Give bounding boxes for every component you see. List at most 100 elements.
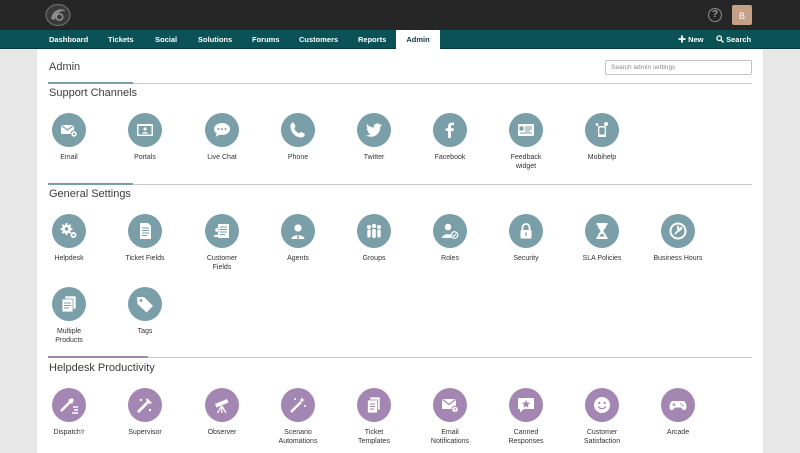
admin-tile-ticket-fields[interactable]: Ticket Fields <box>110 214 180 263</box>
admin-tile-business-hours[interactable]: Business Hours <box>643 214 713 263</box>
admin-search-input[interactable] <box>605 60 752 75</box>
tile-label: Groups <box>362 255 386 262</box>
ticket-fields-icon <box>128 214 162 248</box>
search-icon <box>716 35 724 43</box>
page-title: Admin <box>49 61 81 73</box>
lock-icon <box>509 214 543 248</box>
admin-tile-mobihelp[interactable]: Mobihelp <box>567 113 637 162</box>
tile-label: Mobihelp <box>587 154 617 161</box>
ticket-templates-icon <box>357 388 391 422</box>
tile-label: Helpdesk <box>54 255 84 262</box>
search-button[interactable]: Search <box>716 30 751 49</box>
nav-reports[interactable]: Reports <box>358 30 386 49</box>
nav-tickets[interactable]: Tickets <box>108 30 134 49</box>
twitter-icon <box>357 113 391 147</box>
email-settings-icon <box>52 113 86 147</box>
tile-label: Portals <box>134 154 156 161</box>
multiple-products-icon <box>52 287 86 321</box>
new-label: New <box>688 35 704 44</box>
admin-tile-scenario-automations[interactable]: Scenario Automations <box>263 388 333 446</box>
tile-label: Business Hours <box>653 255 703 262</box>
admin-tile-email[interactable]: Email <box>34 113 104 162</box>
tile-label: Phone <box>287 154 309 161</box>
admin-tile-sla-policies[interactable]: SLA Policies <box>567 214 637 263</box>
section-accent <box>48 82 133 84</box>
roles-icon <box>433 214 467 248</box>
admin-tile-tags[interactable]: Tags <box>110 287 180 336</box>
admin-tile-portals[interactable]: Portals <box>110 113 180 162</box>
admin-tile-groups[interactable]: Groups <box>339 214 409 263</box>
mobihelp-icon <box>585 113 619 147</box>
admin-tile-agents[interactable]: Agents <box>263 214 333 263</box>
clock-icon <box>661 214 695 248</box>
top-bar: ? B <box>0 0 800 30</box>
admin-tile-twitter[interactable]: Twitter <box>339 113 409 162</box>
telescope-icon <box>205 388 239 422</box>
nav-admin[interactable]: Admin <box>396 30 440 49</box>
portal-icon <box>128 113 162 147</box>
groups-icon <box>357 214 391 248</box>
dispatcher-icon <box>52 388 86 422</box>
email-notification-icon <box>433 388 467 422</box>
admin-tile-security[interactable]: Security <box>491 214 561 263</box>
help-icon[interactable]: ? <box>708 8 722 22</box>
tile-label: Ticket Fields <box>125 255 165 262</box>
section-title-general-settings: General Settings <box>49 188 131 200</box>
tile-label: Facebook <box>434 154 466 161</box>
new-button[interactable]: New <box>678 30 704 49</box>
logo-icon[interactable] <box>44 3 72 27</box>
search-label: Search <box>726 35 752 44</box>
admin-tile-observer[interactable]: Observer <box>187 388 257 437</box>
admin-tile-ticket-templates[interactable]: Ticket Templates <box>339 388 409 446</box>
admin-tile-multiple-products[interactable]: Multiple Products <box>34 287 104 345</box>
admin-tile-helpdesk[interactable]: Helpdesk <box>34 214 104 263</box>
tile-label: Live Chat <box>207 154 237 161</box>
nav-forums[interactable]: Forums <box>252 30 280 49</box>
admin-tile-customer-fields[interactable]: Customer Fields <box>187 214 257 272</box>
section-accent <box>48 356 148 358</box>
gamepad-icon <box>661 388 695 422</box>
admin-tile-canned-responses[interactable]: Canned Responses <box>491 388 561 446</box>
section-title-helpdesk-productivity: Helpdesk Productivity <box>49 362 155 374</box>
tile-label: Twitter <box>363 154 385 161</box>
admin-tile-email-notifications[interactable]: Email Notifications <box>415 388 485 446</box>
tile-label: Scenario Automations <box>278 429 318 445</box>
tile-label: SLA Policies <box>582 255 622 262</box>
smiley-icon <box>585 388 619 422</box>
section-divider <box>48 357 752 358</box>
phone-icon <box>281 113 315 147</box>
nav-customers[interactable]: Customers <box>299 30 338 49</box>
tile-label: Supervisor <box>128 429 162 436</box>
magic-wand-icon <box>281 388 315 422</box>
admin-tile-phone[interactable]: Phone <box>263 113 333 162</box>
feedback-widget-icon <box>509 113 543 147</box>
admin-tile-roles[interactable]: Roles <box>415 214 485 263</box>
tile-label: Feedback widget <box>510 154 542 170</box>
nav-solutions[interactable]: Solutions <box>198 30 232 49</box>
admin-tile-customer-satisfaction[interactable]: Customer Satisfaction <box>567 388 637 446</box>
admin-tile-feedback-widget[interactable]: Feedback widget <box>491 113 561 171</box>
tile-label: Agents <box>287 255 309 262</box>
admin-tile-dispatchr[interactable]: Dispatch'r <box>34 388 104 437</box>
section-accent <box>48 183 133 185</box>
admin-tile-facebook[interactable]: Facebook <box>415 113 485 162</box>
admin-tile-supervisor[interactable]: Supervisor <box>110 388 180 437</box>
tile-label: Tags <box>137 328 153 335</box>
nav-dashboard[interactable]: Dashboard <box>49 30 88 49</box>
nav-social[interactable]: Social <box>155 30 177 49</box>
hourglass-icon <box>585 214 619 248</box>
tile-label: Customer Satisfaction <box>583 429 621 445</box>
facebook-icon <box>433 113 467 147</box>
tile-label: Email <box>60 154 78 161</box>
section-divider <box>48 184 752 185</box>
admin-tile-live-chat[interactable]: Live Chat <box>187 113 257 162</box>
main-nav: Dashboard Tickets Social Solutions Forum… <box>0 30 800 49</box>
tile-label: Ticket Templates <box>358 429 390 445</box>
gears-icon <box>52 214 86 248</box>
canned-response-icon <box>509 388 543 422</box>
tag-icon <box>128 287 162 321</box>
tile-label: Email Notifications <box>430 429 470 445</box>
chat-icon <box>205 113 239 147</box>
admin-tile-arcade[interactable]: Arcade <box>643 388 713 437</box>
avatar[interactable]: B <box>732 5 752 25</box>
